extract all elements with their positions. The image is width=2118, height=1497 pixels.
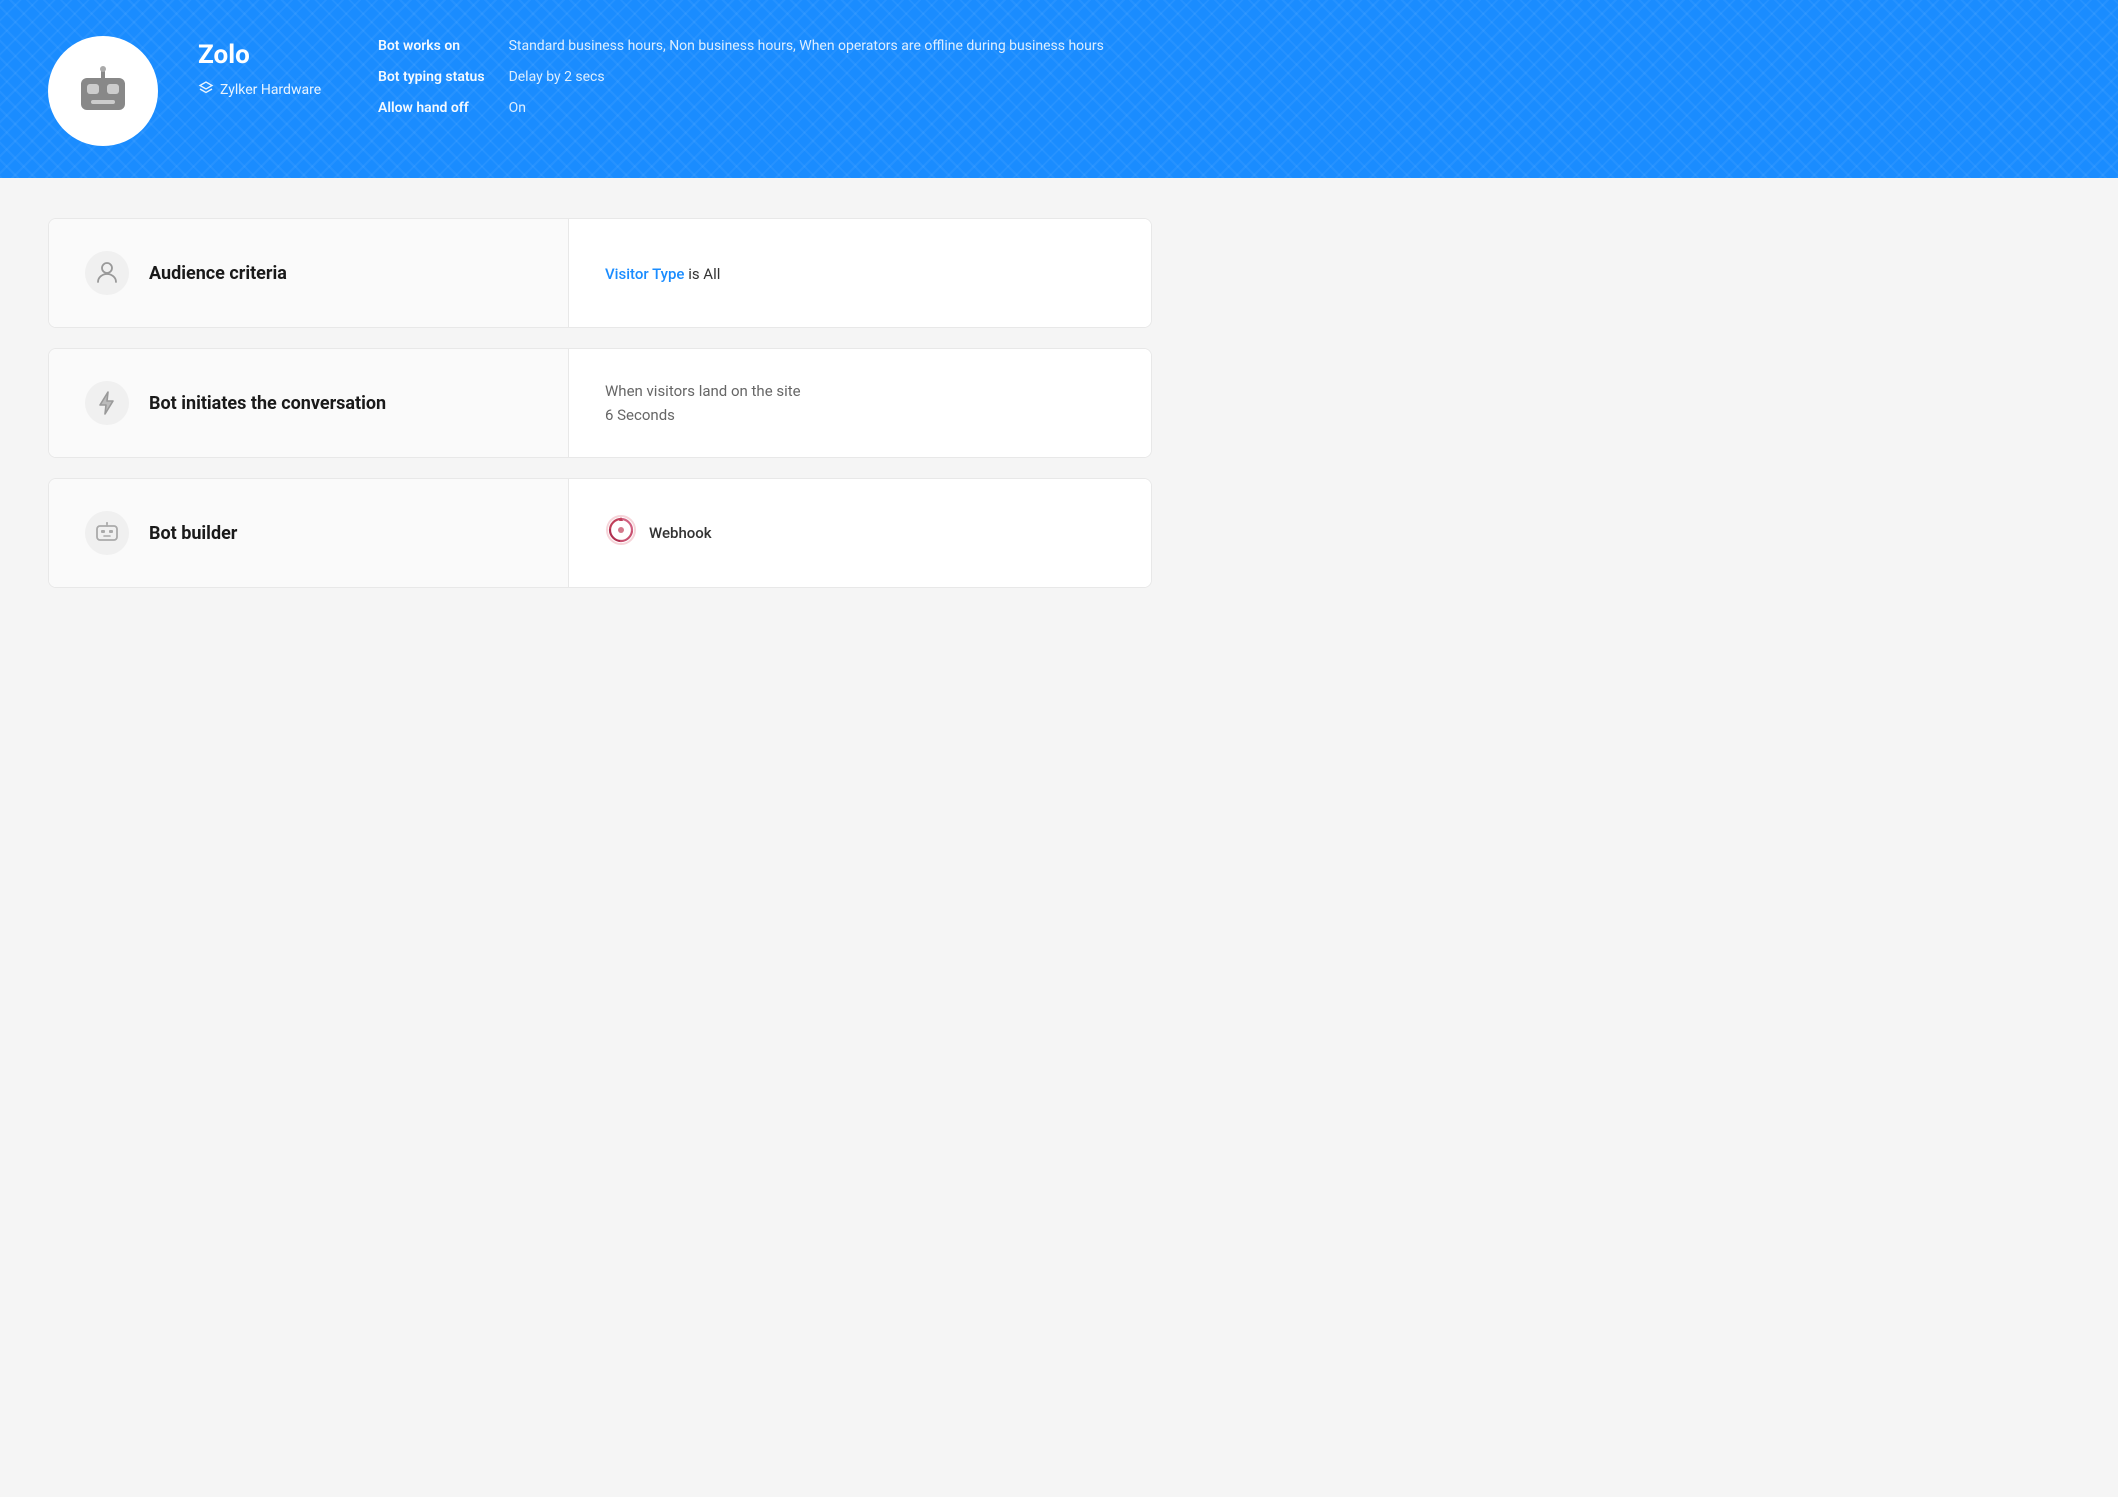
card-right-builder: Webhook <box>569 479 1151 587</box>
visitor-type-link[interactable]: Visitor Type <box>605 265 684 283</box>
bot-builder-icon <box>85 511 129 555</box>
trigger-line1: When visitors land on the site <box>605 382 801 400</box>
initiates-content: When visitors land on the site 6 Seconds <box>605 382 801 424</box>
bot-initiates-title: Bot initiates the conversation <box>149 393 386 414</box>
bot-typing-value: Delay by 2 secs <box>509 67 1104 88</box>
header: Zolo Zylker Hardware Bot works on Standa… <box>0 0 2118 178</box>
audience-icon <box>85 251 129 295</box>
card-left-builder: Bot builder <box>49 479 569 587</box>
card-right-initiates: When visitors land on the site 6 Seconds <box>569 349 1151 457</box>
bot-initiates-card[interactable]: Bot initiates the conversation When visi… <box>48 348 1152 458</box>
audience-criteria-card[interactable]: Audience criteria Visitor Type is All <box>48 218 1152 328</box>
bot-identity: Zolo Zylker Hardware <box>198 40 338 100</box>
bot-works-on-label: Bot works on <box>378 36 485 54</box>
webhook-icon <box>605 514 637 553</box>
header-info: Bot works on Standard business hours, No… <box>378 36 1104 119</box>
card-right-audience: Visitor Type is All <box>569 219 1151 327</box>
lightning-icon <box>85 381 129 425</box>
bot-builder-card[interactable]: Bot builder <box>48 478 1152 588</box>
bot-name: Zolo <box>198 40 338 70</box>
allow-handoff-value: On <box>509 98 1104 119</box>
card-left-audience: Audience criteria <box>49 219 569 327</box>
bot-org: Zylker Hardware <box>198 80 338 100</box>
audience-criteria-title: Audience criteria <box>149 263 287 284</box>
bot-avatar <box>48 36 158 146</box>
allow-handoff-label: Allow hand off <box>378 98 485 116</box>
bot-typing-label: Bot typing status <box>378 67 485 85</box>
bot-builder-title: Bot builder <box>149 523 237 544</box>
audience-value: Visitor Type is All <box>605 264 720 283</box>
webhook-row: Webhook <box>605 514 712 553</box>
bot-avatar-icon <box>73 66 133 116</box>
webhook-label: Webhook <box>649 524 712 542</box>
bot-works-on-value: Standard business hours, Non business ho… <box>509 36 1104 57</box>
main-content: Audience criteria Visitor Type is All Bo… <box>0 178 1200 648</box>
trigger-line2: 6 Seconds <box>605 406 801 424</box>
card-left-initiates: Bot initiates the conversation <box>49 349 569 457</box>
visitor-type-rest: is All <box>684 265 720 283</box>
layers-icon <box>198 80 214 100</box>
org-name: Zylker Hardware <box>220 82 321 98</box>
